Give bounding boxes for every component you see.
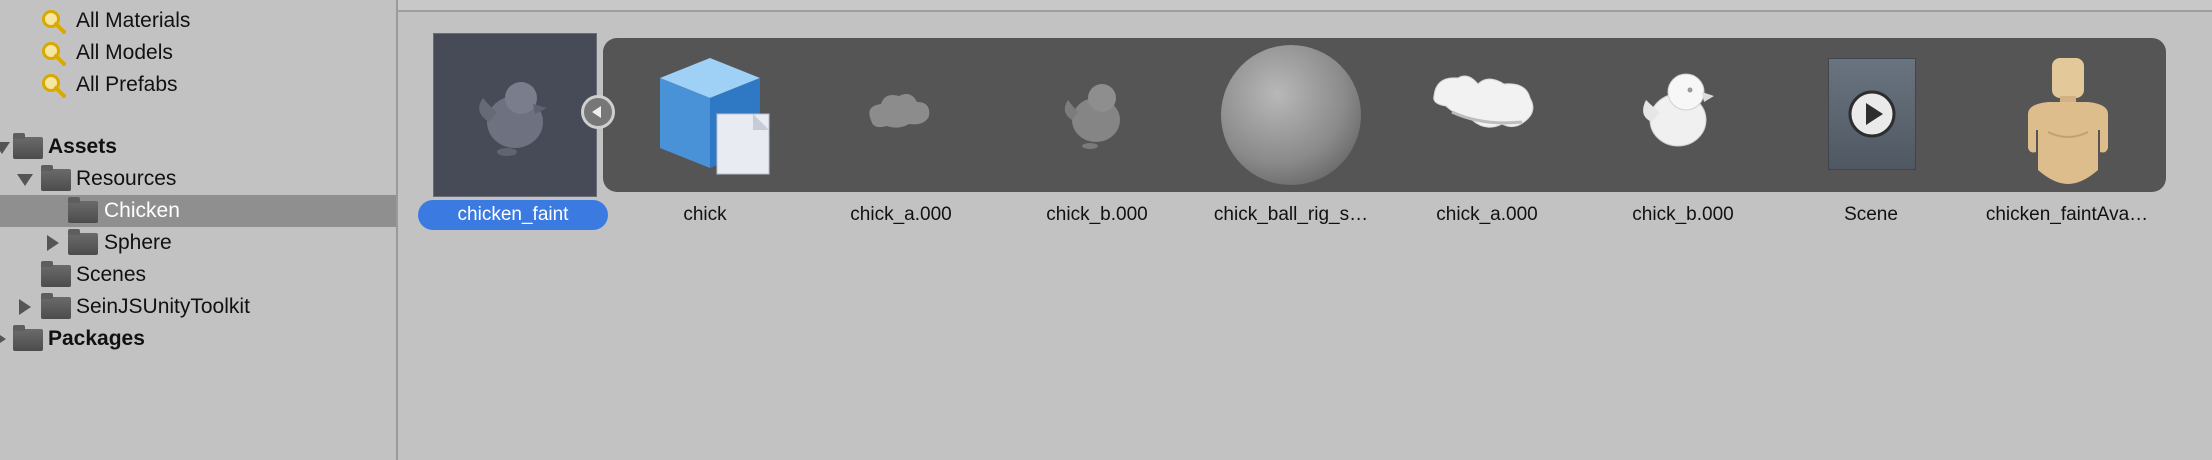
- tree-item-sphere[interactable]: Sphere: [0, 227, 396, 259]
- avatar-mannequin-icon[interactable]: [2018, 52, 2118, 188]
- tree-item-label: Packages: [48, 327, 145, 350]
- asset-label-selected[interactable]: chicken_faint: [418, 200, 608, 230]
- folder-icon: [13, 325, 43, 351]
- tree-item-seinjsunitytoolkit[interactable]: SeinJSUnityToolkit: [0, 291, 396, 323]
- asset-label[interactable]: chick_a.000: [806, 200, 996, 230]
- expand-arrow-icon[interactable]: [47, 235, 59, 251]
- search-icon: [42, 42, 66, 66]
- prefab-cube-icon[interactable]: [645, 48, 775, 178]
- mesh-chick-white-icon[interactable]: [1618, 48, 1748, 178]
- asset-label[interactable]: chick_ball_rig_s…: [1196, 200, 1386, 230]
- asset-label[interactable]: chicken_faintAva…: [1972, 200, 2162, 230]
- search-icon: [42, 74, 66, 98]
- project-tree: All Materials All Models All Prefabs Ass…: [0, 0, 398, 460]
- asset-grid: chicken_faint chick chick_a.000 chick_b.…: [398, 0, 2212, 460]
- tree-item-chicken[interactable]: Chicken: [0, 195, 396, 227]
- folder-icon: [68, 229, 98, 255]
- folder-icon: [13, 133, 43, 159]
- play-icon: [1848, 90, 1896, 138]
- search-icon: [42, 10, 66, 34]
- collapse-arrow-button[interactable]: [581, 95, 615, 129]
- folder-icon: [41, 293, 71, 319]
- mesh-wing-icon[interactable]: [836, 48, 966, 178]
- folder-icon: [68, 197, 98, 223]
- asset-label[interactable]: chick_b.000: [1002, 200, 1192, 230]
- folder-icon: [41, 165, 71, 191]
- breadcrumb-bar: [398, 0, 2212, 12]
- tree-item-label: All Models: [76, 41, 173, 64]
- asset-label[interactable]: chick_b.000: [1588, 200, 1778, 230]
- asset-label[interactable]: chick_a.000: [1392, 200, 1582, 230]
- tree-item-label: Assets: [48, 135, 117, 158]
- asset-thumbnail-selected[interactable]: [433, 33, 597, 197]
- expand-arrow-icon[interactable]: [17, 174, 33, 186]
- tree-item-all-prefabs[interactable]: All Prefabs: [0, 69, 396, 101]
- tree-item-label: All Prefabs: [76, 73, 178, 96]
- asset-label[interactable]: Scene: [1776, 200, 1966, 230]
- scene-play-icon[interactable]: [1828, 58, 1916, 170]
- tree-item-all-materials[interactable]: All Materials: [0, 5, 396, 37]
- tree-item-label: Scenes: [76, 263, 147, 286]
- sphere-icon[interactable]: [1218, 42, 1364, 188]
- expand-arrow-icon[interactable]: [0, 142, 10, 154]
- tree-item-assets[interactable]: Assets: [0, 131, 396, 163]
- mesh-chick-icon[interactable]: [1032, 48, 1162, 178]
- tree-item-packages[interactable]: Packages: [0, 323, 396, 355]
- tree-item-label: Resources: [76, 167, 177, 190]
- folder-icon: [41, 261, 71, 287]
- tree-item-label: Sphere: [104, 231, 172, 254]
- tree-item-label: Chicken: [104, 199, 180, 222]
- asset-label[interactable]: chick: [610, 200, 800, 230]
- chicken-prefab-icon: [479, 82, 547, 156]
- expand-arrow-icon[interactable]: [0, 331, 6, 347]
- tree-item-resources[interactable]: Resources: [0, 163, 396, 195]
- tree-item-scenes[interactable]: Scenes: [0, 259, 396, 291]
- tree-item-label: SeinJSUnityToolkit: [76, 295, 250, 318]
- mesh-wing-white-icon[interactable]: [1422, 48, 1552, 178]
- tree-item-label: All Materials: [76, 9, 191, 32]
- expand-arrow-icon[interactable]: [19, 299, 31, 315]
- tree-item-all-models[interactable]: All Models: [0, 37, 396, 69]
